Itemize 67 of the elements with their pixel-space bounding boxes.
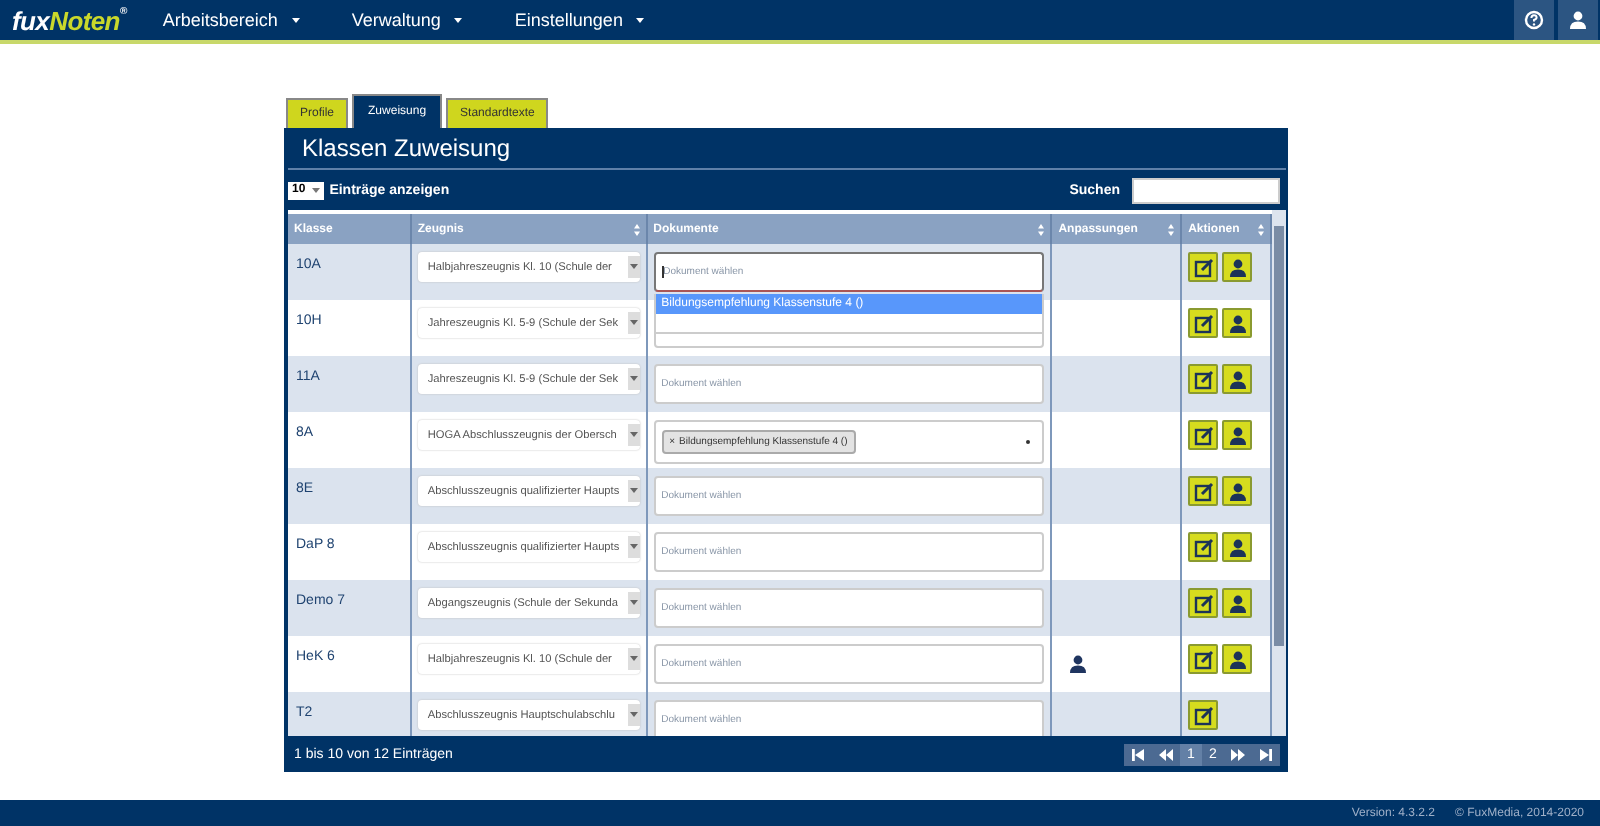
edit-icon — [1193, 313, 1214, 333]
edit-button[interactable] — [1188, 644, 1219, 674]
logo: fuxNoten$^{®}$ — [12, 5, 127, 35]
person-button[interactable] — [1222, 644, 1253, 674]
caret-icon — [627, 480, 640, 502]
person-icon — [1227, 425, 1248, 445]
caret-icon — [291, 17, 300, 23]
person-icon — [1227, 313, 1248, 333]
edit-button[interactable] — [1188, 532, 1219, 562]
edit-icon — [1193, 481, 1214, 501]
person-button[interactable] — [1222, 532, 1253, 562]
person-button[interactable] — [1222, 420, 1253, 450]
person-icon — [1227, 593, 1248, 613]
last-page-icon — [1258, 747, 1274, 761]
edit-button[interactable] — [1188, 252, 1219, 282]
person-button[interactable] — [1222, 364, 1253, 394]
nav-menu-item[interactable]: Arbeitsbereich — [162, 0, 300, 40]
edit-icon — [1193, 537, 1214, 557]
person-icon — [1227, 481, 1248, 501]
nav-menu-item[interactable]: Einstellungen — [514, 0, 645, 40]
edit-button[interactable] — [1188, 364, 1219, 394]
sort-icon — [1168, 223, 1175, 235]
caret-icon — [636, 17, 645, 23]
first-page-icon — [1130, 747, 1146, 761]
edit-icon — [1193, 257, 1214, 277]
edit-button[interactable] — [1188, 308, 1219, 338]
sort-icon — [1258, 223, 1264, 235]
search-field[interactable] — [1132, 177, 1280, 203]
person-button[interactable] — [1222, 476, 1253, 506]
help-icon — [1524, 10, 1544, 30]
caret-icon — [627, 592, 640, 614]
caret-icon — [627, 536, 640, 558]
edit-button[interactable] — [1188, 420, 1219, 450]
user-button[interactable] — [1558, 0, 1598, 40]
person-icon — [1227, 369, 1248, 389]
edit-button[interactable] — [1188, 476, 1219, 506]
edit-icon — [1193, 705, 1214, 725]
sort-icon — [1038, 223, 1045, 235]
panel-title: Klassen Zuweisung — [288, 128, 1286, 170]
person-icon — [1068, 654, 1089, 674]
caret-icon — [311, 187, 320, 193]
edit-icon — [1193, 425, 1214, 445]
caret-icon — [627, 368, 640, 390]
edit-button[interactable] — [1188, 588, 1219, 618]
caret-icon — [627, 424, 640, 446]
edit-icon — [1193, 649, 1214, 669]
person-icon — [1227, 649, 1248, 669]
person-icon — [1227, 257, 1248, 277]
caret-icon — [627, 648, 640, 670]
nav-menu-item[interactable]: Verwaltung — [351, 0, 463, 40]
scrollbar[interactable] — [1272, 210, 1286, 736]
person-icon — [1227, 537, 1248, 557]
person-button[interactable] — [1222, 588, 1253, 618]
person-button[interactable] — [1222, 308, 1253, 338]
previous-page-icon — [1158, 747, 1174, 761]
caret-icon — [627, 312, 640, 334]
caret-icon — [627, 256, 640, 278]
person-button[interactable] — [1222, 252, 1253, 282]
caret-icon — [454, 17, 463, 23]
next-page-icon — [1230, 747, 1246, 761]
edit-button[interactable] — [1188, 700, 1219, 730]
edit-icon — [1193, 593, 1214, 613]
sort-icon — [633, 223, 640, 235]
edit-icon — [1193, 369, 1214, 389]
user-icon — [1568, 10, 1588, 30]
caret-icon — [627, 704, 640, 726]
help-button[interactable] — [1514, 0, 1554, 40]
